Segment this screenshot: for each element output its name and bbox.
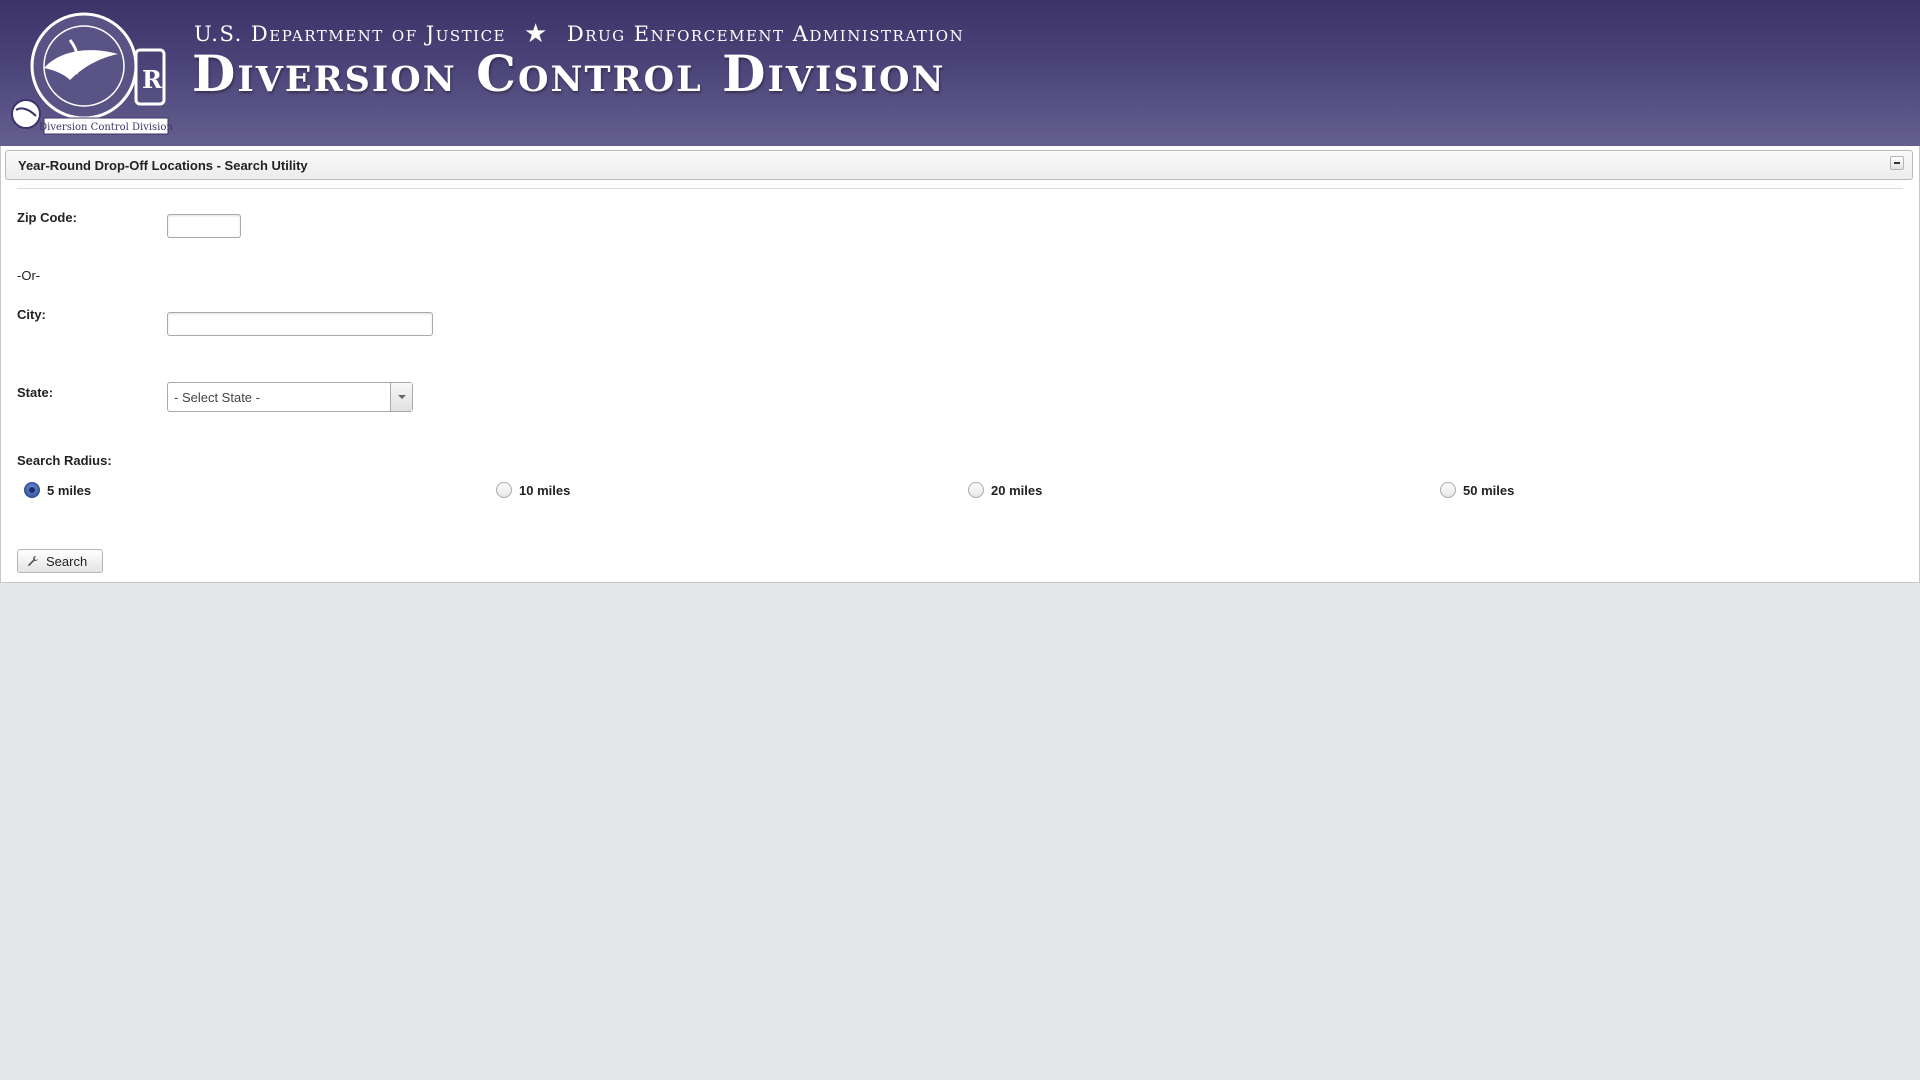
state-label: State: bbox=[17, 385, 54, 400]
dea-seal-logo: R Diversion Control Division bbox=[11, 12, 172, 135]
radius-option-50[interactable]: 50 miles bbox=[1440, 480, 1514, 500]
radio-unchecked-icon[interactable] bbox=[968, 482, 984, 498]
panel-divider bbox=[17, 188, 1903, 189]
zip-code-input[interactable] bbox=[167, 214, 241, 238]
city-input[interactable] bbox=[167, 312, 433, 336]
search-button[interactable]: Search bbox=[17, 549, 103, 573]
administration-name: Drug Enforcement Administration bbox=[566, 22, 965, 46]
radio-unchecked-icon[interactable] bbox=[496, 482, 512, 498]
radius-option-label: 5 miles bbox=[47, 482, 92, 498]
search-panel: Year-Round Drop-Off Locations - Search U… bbox=[0, 146, 1920, 583]
panel-header: Year-Round Drop-Off Locations - Search U… bbox=[5, 150, 1913, 180]
site-banner: R Diversion Control Division U.S. Depart… bbox=[0, 0, 1920, 146]
svg-text:R: R bbox=[142, 65, 163, 94]
search-button-label: Search bbox=[46, 553, 88, 569]
wrench-icon bbox=[28, 556, 38, 566]
chevron-down-icon[interactable] bbox=[390, 383, 412, 411]
zip-code-label: Zip Code: bbox=[17, 210, 77, 225]
search-radius-label: Search Radius: bbox=[17, 453, 112, 468]
radio-unchecked-icon[interactable] bbox=[1440, 482, 1456, 498]
radius-option-label: 20 miles bbox=[991, 482, 1043, 498]
radius-option-10[interactable]: 10 miles bbox=[496, 480, 570, 500]
radius-option-label: 10 miles bbox=[519, 482, 571, 498]
radius-option-label: 50 miles bbox=[1463, 482, 1515, 498]
state-select-value: - Select State - bbox=[174, 390, 260, 405]
or-separator: -Or- bbox=[17, 268, 41, 283]
panel-title: Year-Round Drop-Off Locations - Search U… bbox=[18, 158, 308, 173]
state-select[interactable]: - Select State - bbox=[167, 382, 413, 412]
division-title: Diversion Control Division bbox=[192, 44, 946, 103]
collapse-icon[interactable] bbox=[1890, 156, 1904, 170]
city-label: City: bbox=[17, 307, 46, 322]
radius-option-20[interactable]: 20 miles bbox=[968, 480, 1042, 500]
department-name: U.S. Department of Justice bbox=[194, 22, 506, 46]
radio-checked-icon[interactable] bbox=[24, 482, 40, 498]
radius-option-5[interactable]: 5 miles bbox=[24, 480, 91, 500]
seal-caption: Diversion Control Division bbox=[39, 122, 172, 133]
